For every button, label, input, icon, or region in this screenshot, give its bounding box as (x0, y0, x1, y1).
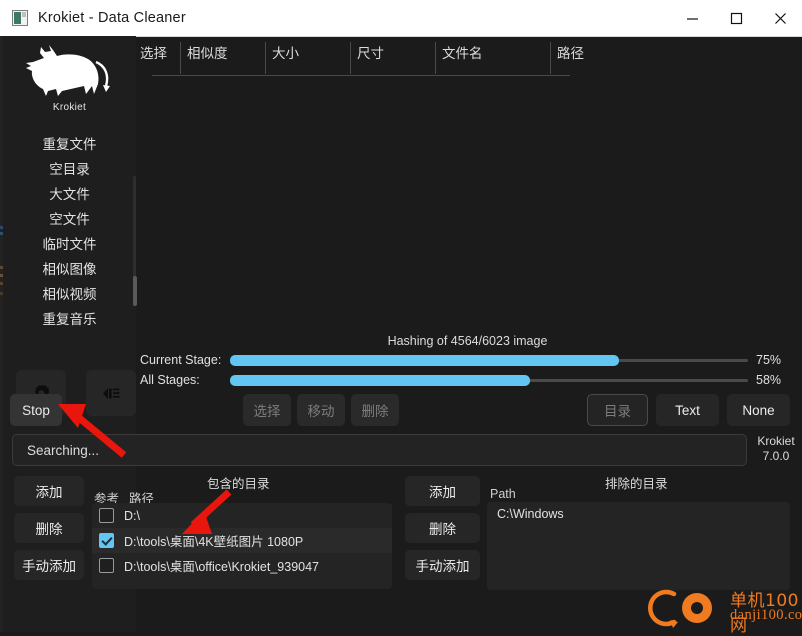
included-directories-list[interactable]: D:\ D:\tools\桌面\4K壁纸图片 1080P D:\tools\桌面… (92, 503, 392, 589)
move-button[interactable]: 移动 (297, 394, 345, 426)
app-icon (12, 10, 28, 26)
window-controls (670, 0, 802, 36)
cow-logo-icon (25, 45, 110, 96)
included-manual-add-button[interactable]: 手动添加 (14, 550, 84, 580)
column-header-similarity[interactable]: 相似度 (180, 42, 265, 74)
column-header-path[interactable]: 路径 (550, 42, 670, 74)
excluded-header-path: Path (490, 487, 516, 501)
included-row-path: D:\ (124, 508, 140, 523)
column-header-dimensions[interactable]: 尺寸 (350, 42, 435, 74)
progress-fill-all-stages (230, 375, 531, 386)
progress-track-current-stage (230, 355, 748, 366)
progress-percent-all-stages: 58% (756, 373, 782, 387)
window-title: Krokiet - Data Cleaner (38, 10, 186, 26)
column-header-size[interactable]: 大小 (265, 42, 350, 74)
results-column-headers: 选择 相似度 大小 尺寸 文件名 路径 (140, 42, 795, 78)
text-mode-button[interactable]: Text (656, 394, 719, 426)
progress-track-all-stages (230, 375, 748, 386)
column-header-select[interactable]: 选择 (140, 42, 180, 74)
minimize-button[interactable] (670, 0, 714, 36)
sidebar-item-big-files[interactable]: 大文件 (3, 182, 136, 207)
included-row-checkbox[interactable] (99, 558, 114, 573)
included-add-button[interactable]: 添加 (14, 476, 84, 506)
included-remove-button[interactable]: 删除 (14, 513, 84, 543)
version-info: Krokiet 7.0.0 (752, 434, 800, 464)
included-row-checkbox[interactable] (99, 508, 114, 523)
select-button[interactable]: 选择 (243, 394, 291, 426)
included-row-path: D:\tools\桌面\office\Krokiet_939047 (124, 560, 320, 574)
excluded-remove-button[interactable]: 删除 (405, 513, 480, 543)
sidebar-item-empty-directories[interactable]: 空目录 (3, 157, 136, 182)
progress-percent-current-stage: 75% (756, 353, 782, 367)
title-bar: Krokiet - Data Cleaner (0, 0, 802, 37)
sidebar-item-similar-images[interactable]: 相似图像 (3, 257, 136, 282)
delete-button[interactable]: 删除 (351, 394, 399, 426)
results-list[interactable] (140, 80, 795, 330)
watermark-line2: danji100.com (730, 607, 802, 623)
directory-mode-button[interactable]: 目录 (587, 394, 648, 426)
list-item[interactable]: C:\Windows (487, 502, 790, 526)
excluded-directories-list[interactable]: C:\Windows (487, 502, 790, 590)
status-text: Searching... (27, 442, 100, 458)
column-header-underline (152, 75, 570, 76)
progress-section: Hashing of 4564/6023 image Current Stage… (140, 334, 795, 390)
included-panel-title: 包含的目录 (207, 477, 270, 491)
version-number: 7.0.0 (762, 449, 790, 463)
progress-row-all-stages: All Stages: 58% (140, 373, 795, 389)
watermark-logo-icon (648, 589, 712, 628)
version-name: Krokiet (757, 434, 795, 448)
excluded-manual-add-button[interactable]: 手动添加 (405, 550, 480, 580)
app-window: Krokiet - Data Cleaner Krokiet 重复文件 空目录 … (0, 0, 802, 636)
sidebar-scrollbar-thumb[interactable] (133, 276, 137, 306)
logo-label: Krokiet (52, 102, 87, 113)
action-button-row: Stop 选择 移动 删除 目录 Text None (0, 394, 802, 428)
progress-label-all-stages: All Stages: (140, 373, 200, 387)
progress-row-current-stage: Current Stage: 75% (140, 353, 795, 369)
none-mode-button[interactable]: None (727, 394, 790, 426)
excluded-row-path: C:\Windows (497, 507, 564, 521)
sidebar-item-duplicate-files[interactable]: 重复文件 (3, 132, 136, 157)
column-header-filename[interactable]: 文件名 (435, 42, 550, 74)
close-button[interactable] (758, 0, 802, 36)
sidebar-nav: 重复文件 空目录 大文件 空文件 临时文件 相似图像 相似视频 重复音乐 (3, 132, 136, 332)
excluded-panel-title: 排除的目录 (605, 477, 668, 491)
app-logo: Krokiet (3, 44, 136, 113)
sidebar-item-duplicate-music[interactable]: 重复音乐 (3, 307, 136, 332)
sidebar-item-empty-files[interactable]: 空文件 (3, 207, 136, 232)
list-item[interactable]: D:\tools\桌面\office\Krokiet_939047 (92, 553, 392, 578)
included-row-checkbox[interactable] (99, 533, 114, 548)
included-row-path: D:\tools\桌面\4K壁纸图片 1080P (124, 535, 304, 549)
progress-stage-text: Hashing of 4564/6023 image (387, 334, 548, 348)
watermark: 单机100网 danji100.com (640, 586, 802, 636)
progress-label-current-stage: Current Stage: (140, 353, 222, 367)
stop-button[interactable]: Stop (10, 394, 62, 426)
progress-fill-current-stage (230, 355, 619, 366)
sidebar-item-temporary-files[interactable]: 临时文件 (3, 232, 136, 257)
maximize-button[interactable] (714, 0, 758, 36)
status-bar: Searching... (12, 434, 747, 466)
sidebar-item-similar-videos[interactable]: 相似视频 (3, 282, 136, 307)
list-item[interactable]: D:\tools\桌面\4K壁纸图片 1080P (92, 528, 392, 553)
excluded-add-button[interactable]: 添加 (405, 476, 480, 506)
list-item[interactable]: D:\ (92, 503, 392, 528)
